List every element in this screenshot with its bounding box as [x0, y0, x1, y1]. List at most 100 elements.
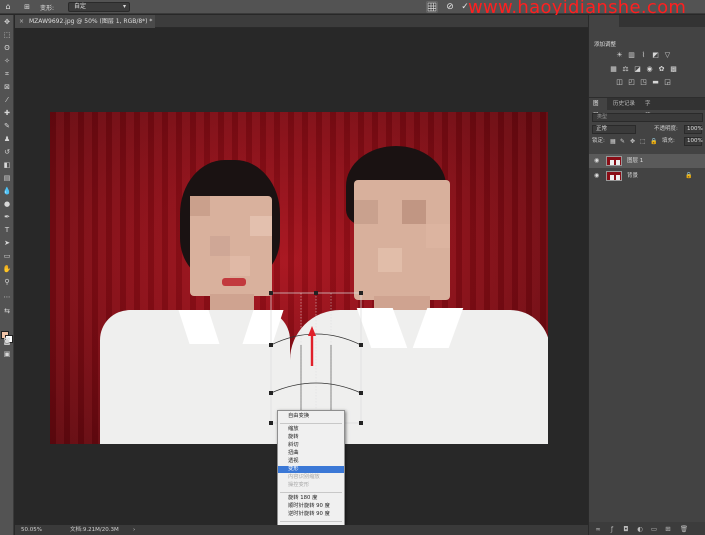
eyedropper-icon[interactable]: ⁄ — [2, 96, 12, 105]
lasso-tool-icon[interactable]: ʘ — [2, 44, 12, 53]
type-tool-icon[interactable]: T — [2, 226, 12, 235]
lock-artboard-icon[interactable]: ⬚ — [640, 137, 646, 146]
threshold-icon[interactable]: ◳ — [639, 78, 648, 87]
tab-layers[interactable]: 图层 — [589, 98, 607, 119]
channel-mixer-icon[interactable]: ✿ — [657, 65, 666, 74]
dodge-tool-icon[interactable]: ● — [2, 200, 12, 209]
layer-name[interactable]: 图层 1 — [627, 154, 643, 168]
more-tools-icon[interactable]: ⋯ — [2, 293, 12, 302]
pen-tool-icon[interactable]: ✒ — [2, 213, 12, 222]
fill-value: 100% — [687, 138, 703, 144]
new-group-icon[interactable]: ▭ — [649, 524, 659, 534]
warp-tool-icon[interactable]: ⊞ — [22, 2, 32, 12]
frame-tool-icon[interactable]: ⊠ — [2, 83, 12, 92]
menu-item-rotate[interactable]: 旋转 — [278, 434, 344, 441]
warp-mode-value: 自定 — [74, 3, 87, 10]
tab-history[interactable]: 历史记录 — [609, 98, 639, 110]
menu-item-warp[interactable]: 变形 — [278, 466, 344, 473]
fill-field[interactable]: 100% — [684, 137, 703, 146]
layer-row-layer1[interactable]: ◉ 图层 1 — [589, 154, 705, 168]
layer-row-background[interactable]: ◉ 背景 🔒 — [589, 169, 705, 183]
lock-paint-icon[interactable]: ✎ — [620, 137, 625, 146]
tab-adjustments[interactable] — [589, 15, 619, 27]
menu-item-scale[interactable]: 缩放 — [278, 426, 344, 433]
layer-name[interactable]: 背景 — [627, 169, 638, 183]
swap-colors-icon[interactable]: ⇆ — [2, 307, 12, 316]
document-tab[interactable]: × MZAW9692.jpg @ 50% (图层 1, RGB/8*) * — [15, 15, 155, 28]
history-brush-icon[interactable]: ↺ — [2, 148, 12, 157]
opacity-label: 不透明度: — [654, 126, 678, 132]
gradient-tool-icon[interactable]: ▤ — [2, 174, 12, 183]
rectangle-tool-icon[interactable]: ▭ — [2, 252, 12, 261]
menu-item-rotate-180[interactable]: 旋转 180 度 — [278, 495, 344, 502]
status-arrow[interactable]: › — [133, 525, 135, 535]
menu-item-skew[interactable]: 斜切 — [278, 442, 344, 449]
menu-item-free-transform[interactable]: 自由变换 — [278, 413, 344, 420]
quick-mask-icon[interactable]: ◙ — [2, 337, 12, 346]
document-info: 文档:9.21M/20.3M — [70, 527, 119, 533]
eye-icon[interactable]: ◉ — [594, 154, 599, 168]
lock-position-icon[interactable]: ✥ — [630, 137, 635, 146]
transform-context-menu: 自由变换 缩放 旋转 斜切 扭曲 透视 变形 内容识别缩放 操控变形 旋转 18… — [277, 410, 345, 535]
link-layers-icon[interactable]: ∞ — [593, 524, 603, 534]
home-icon[interactable]: ⌂ — [3, 2, 13, 12]
grid-icon[interactable] — [426, 1, 438, 13]
brush-tool-icon[interactable]: ✎ — [2, 122, 12, 131]
menu-item-rotate-90-cw[interactable]: 顺时针旋转 90 度 — [278, 503, 344, 510]
menu-item-rotate-90-ccw[interactable]: 逆时针旋转 90 度 — [278, 511, 344, 518]
invert-icon[interactable]: ◫ — [615, 78, 624, 87]
blur-tool-icon[interactable]: 💧 — [2, 187, 12, 196]
crop-tool-icon[interactable]: ⌗ — [2, 70, 12, 79]
bw-icon[interactable]: ◪ — [633, 65, 642, 74]
layer-style-icon[interactable]: ƒ — [607, 524, 617, 534]
healing-brush-icon[interactable]: ✚ — [2, 109, 12, 118]
warp-transform-box[interactable] — [269, 291, 363, 425]
layer-filter-search[interactable]: 类型 — [592, 113, 703, 122]
magic-wand-icon[interactable]: ✧ — [2, 57, 12, 66]
red-arrow-annotation — [308, 326, 316, 366]
lock-row: 锁定: ▦ ✎ ✥ ⬚ 🔒 填充: 100% — [592, 137, 703, 146]
eye-icon[interactable]: ◉ — [594, 169, 599, 183]
status-bar: 50.05% 文档:9.21M/20.3M › — [15, 525, 588, 535]
tab-character[interactable]: 字符 — [641, 98, 659, 119]
adjustment-layer-icon[interactable]: ◐ — [635, 524, 645, 534]
brightness-icon[interactable]: ☀ — [615, 51, 624, 60]
move-tool-icon[interactable]: ✥ — [2, 18, 12, 27]
exposure-icon[interactable]: ◩ — [651, 51, 660, 60]
add-mask-icon[interactable]: ◘ — [621, 524, 631, 534]
hue-icon[interactable]: ▦ — [609, 65, 618, 74]
zoom-tool-icon[interactable]: ⚲ — [2, 278, 12, 287]
selective-color-icon[interactable]: ◲ — [663, 78, 672, 87]
balance-icon[interactable]: ⚖ — [621, 65, 630, 74]
curves-icon[interactable]: ⌇ — [639, 51, 648, 60]
lock-pixels-icon[interactable]: ▦ — [610, 137, 616, 146]
menu-item-perspective[interactable]: 透视 — [278, 458, 344, 465]
marquee-tool-icon[interactable]: ⬚ — [2, 31, 12, 40]
canvas-area[interactable]: 自由变换 缩放 旋转 斜切 扭曲 透视 变形 内容识别缩放 操控变形 旋转 18… — [15, 29, 588, 535]
screen-mode-icon[interactable]: ▣ — [2, 350, 12, 359]
photo-filter-icon[interactable]: ◉ — [645, 65, 654, 74]
lookup-icon[interactable]: ▩ — [669, 65, 678, 74]
cancel-circle-icon[interactable]: ⊘ — [444, 1, 456, 13]
hand-tool-icon[interactable]: ✋ — [2, 265, 12, 274]
blend-mode-select[interactable]: 正常 — [592, 125, 636, 134]
lock-all-icon[interactable]: 🔒 — [650, 137, 657, 146]
vibrance-icon[interactable]: ▽ — [663, 51, 672, 60]
close-icon[interactable]: × — [19, 15, 24, 28]
layer-thumbnail — [606, 171, 622, 181]
warp-mode-select[interactable]: 自定 ▾ — [68, 2, 130, 12]
posterize-icon[interactable]: ◰ — [627, 78, 636, 87]
opacity-field[interactable]: 100% — [684, 125, 703, 134]
tab-libraries[interactable] — [619, 15, 649, 27]
layers-tabs: 图层 历史记录 字符 — [589, 98, 705, 119]
zoom-level[interactable]: 50.05% — [21, 525, 42, 535]
menu-item-distort[interactable]: 扭曲 — [278, 450, 344, 457]
path-select-icon[interactable]: ➤ — [2, 239, 12, 248]
document-tab-title: MZAW9692.jpg @ 50% (图层 1, RGB/8*) * — [29, 18, 153, 25]
new-layer-icon[interactable]: ⊞ — [663, 524, 673, 534]
trash-icon[interactable]: 🗑 — [679, 524, 689, 534]
clone-stamp-icon[interactable]: ♟ — [2, 135, 12, 144]
gradient-map-icon[interactable]: ▬ — [651, 78, 660, 87]
eraser-icon[interactable]: ◧ — [2, 161, 12, 170]
levels-icon[interactable]: ▥ — [627, 51, 636, 60]
